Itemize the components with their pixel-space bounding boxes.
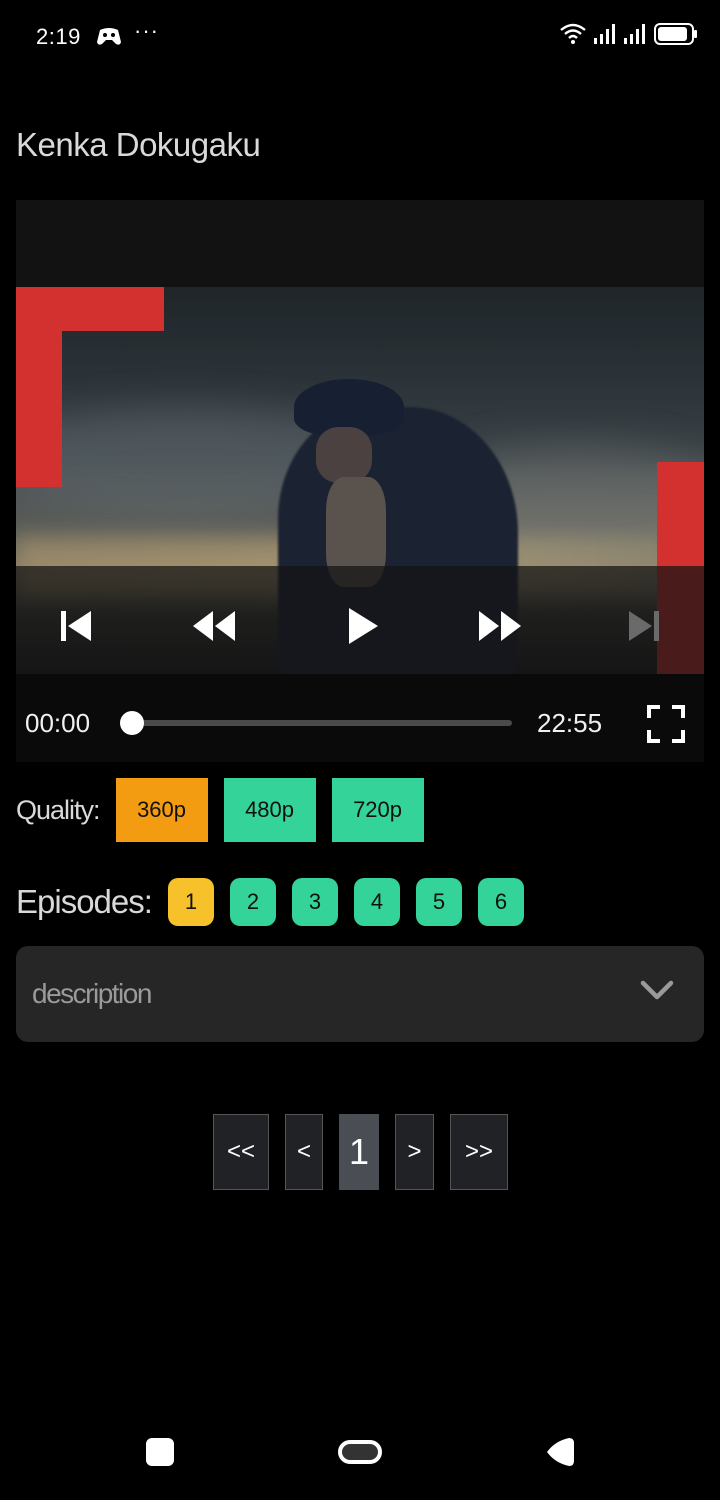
pagination: << < 1 > >> — [0, 1114, 720, 1190]
skip-previous-icon — [58, 608, 94, 644]
quality-360p-button[interactable]: 360p — [115, 778, 208, 842]
more-notifications-icon: ··· — [134, 18, 159, 43]
video-player[interactable]: 00:00 22:55 — [16, 200, 704, 762]
episodes-selector: Episodes: 1 2 3 4 5 6 — [16, 878, 540, 926]
chevron-down-icon[interactable] — [640, 980, 674, 1007]
wifi-icon — [560, 23, 586, 50]
quality-480p-button[interactable]: 480p — [223, 778, 316, 842]
rewind-icon — [191, 609, 237, 643]
player-controls — [16, 566, 704, 674]
red-frame-left — [16, 287, 164, 487]
first-page-button[interactable]: << — [213, 1114, 269, 1190]
current-time: 00:00 — [25, 708, 91, 738]
status-icons — [560, 22, 698, 50]
home-button[interactable] — [338, 1440, 382, 1464]
episode-button-5[interactable]: 5 — [415, 878, 462, 926]
recent-apps-button[interactable] — [146, 1438, 174, 1466]
total-time: 22:55 — [537, 708, 603, 738]
current-page[interactable]: 1 — [339, 1114, 379, 1190]
status-bar: 2:19 ··· — [0, 0, 720, 76]
last-page-button[interactable]: >> — [450, 1114, 508, 1190]
back-button[interactable] — [545, 1437, 575, 1472]
skip-previous-button[interactable] — [56, 606, 96, 646]
episode-button-1[interactable]: 1 — [167, 878, 214, 926]
fullscreen-icon — [646, 705, 686, 748]
page-title: Kenka Dokugaku — [16, 126, 261, 163]
seek-thumb[interactable] — [120, 711, 144, 735]
episode-button-4[interactable]: 4 — [353, 878, 400, 926]
back-icon — [545, 1438, 575, 1471]
seek-bar[interactable] — [132, 720, 512, 726]
episode-button-6[interactable]: 6 — [477, 878, 524, 926]
skip-next-button[interactable] — [624, 606, 664, 646]
signal-icon-2 — [624, 23, 646, 49]
fast-forward-icon — [477, 609, 523, 643]
quality-selector: Quality: 360p 480p 720p — [16, 778, 440, 842]
description-accordion[interactable]: description — [16, 946, 704, 1042]
fast-forward-button[interactable] — [477, 606, 523, 646]
episode-button-2[interactable]: 2 — [229, 878, 276, 926]
fullscreen-button[interactable] — [646, 704, 686, 744]
description-label: description — [32, 978, 152, 1009]
next-page-button[interactable]: > — [395, 1114, 434, 1190]
signal-icon-1 — [594, 23, 616, 49]
battery-icon — [654, 22, 698, 50]
play-button[interactable] — [343, 606, 383, 646]
quality-label: Quality: — [16, 794, 101, 825]
quality-720p-button[interactable]: 720p — [331, 778, 424, 842]
game-controller-icon — [96, 26, 122, 48]
play-icon — [347, 607, 379, 645]
episode-button-3[interactable]: 3 — [291, 878, 338, 926]
status-time: 2:19 — [36, 24, 81, 49]
previous-page-button[interactable]: < — [285, 1114, 323, 1190]
rewind-button[interactable] — [191, 606, 237, 646]
skip-next-icon — [626, 608, 662, 644]
seek-bar-area: 00:00 22:55 — [16, 674, 704, 762]
episodes-label: Episodes: — [16, 883, 153, 920]
